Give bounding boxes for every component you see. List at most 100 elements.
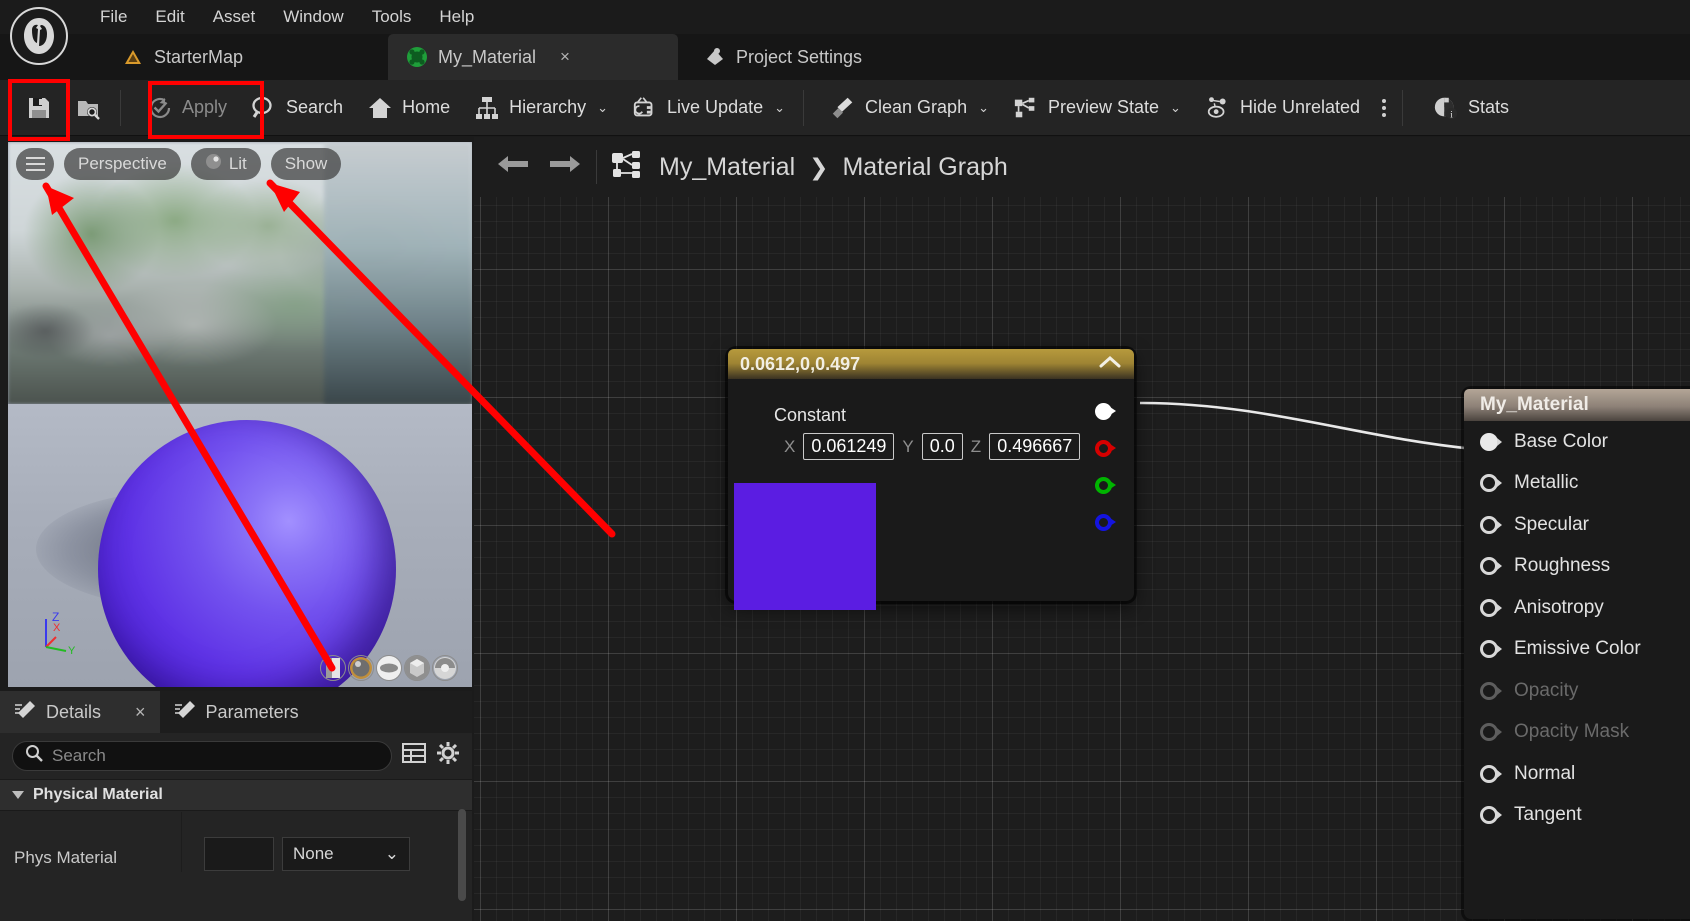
details-section-physical-material[interactable]: Physical Material bbox=[0, 779, 472, 811]
apply-check-icon bbox=[147, 95, 173, 121]
g-output-pin[interactable] bbox=[1095, 477, 1116, 494]
preview-state-icon bbox=[1013, 95, 1039, 121]
material-input-tangent[interactable]: Tangent bbox=[1464, 795, 1690, 837]
material-input-normal[interactable]: Normal bbox=[1464, 753, 1690, 795]
material-node-title[interactable]: My_Material bbox=[1464, 389, 1690, 421]
save-button[interactable] bbox=[14, 85, 64, 131]
close-icon[interactable]: × bbox=[560, 47, 570, 67]
cylinder-shape-button[interactable] bbox=[320, 655, 346, 681]
search-magnifier-icon bbox=[25, 744, 43, 767]
viewport-lighting-mode-button[interactable]: Lit bbox=[190, 148, 261, 180]
phys-material-dropdown[interactable]: None ⌄ bbox=[282, 837, 410, 871]
sphere-shape-button[interactable] bbox=[348, 655, 374, 681]
tab-details[interactable]: Details × bbox=[0, 691, 160, 733]
breadcrumb-material-name[interactable]: My_Material bbox=[659, 153, 795, 182]
details-search-input[interactable]: Search bbox=[12, 740, 392, 771]
b-output-pin[interactable] bbox=[1095, 514, 1116, 531]
viewport-camera-mode-button[interactable]: Perspective bbox=[64, 148, 181, 180]
plane-shape-button[interactable] bbox=[376, 655, 402, 681]
hierarchy-button-label: Hierarchy bbox=[509, 97, 587, 117]
menu-asset[interactable]: Asset bbox=[199, 3, 270, 31]
toolbar-separator-3 bbox=[1402, 89, 1404, 126]
tab-startermap-label: StarterMap bbox=[154, 46, 244, 67]
home-icon bbox=[367, 95, 393, 121]
material-graph-panel[interactable]: My_Material ❯ Material Graph 0.0612,0,0.… bbox=[474, 137, 1690, 921]
menu-tools[interactable]: Tools bbox=[358, 3, 426, 31]
column-view-icon[interactable] bbox=[402, 742, 426, 769]
parameters-pencil-icon bbox=[174, 700, 196, 725]
constant-node-header[interactable]: 0.0612,0,0.497 bbox=[728, 349, 1134, 379]
material-input-label: Tangent bbox=[1514, 804, 1582, 826]
menu-window[interactable]: Window bbox=[269, 3, 357, 31]
breadcrumb-material-graph[interactable]: Material Graph bbox=[842, 153, 1007, 182]
material-input-label: Base Color bbox=[1514, 430, 1608, 452]
hierarchy-button[interactable]: Hierarchy ⌄ bbox=[462, 85, 620, 131]
viewport-lighting-mode-label: Lit bbox=[228, 154, 247, 173]
details-row-label: Phys Material bbox=[0, 812, 182, 872]
material-input-roughness[interactable]: Roughness bbox=[1464, 546, 1690, 588]
rgb-output-pin[interactable] bbox=[1095, 403, 1116, 420]
x-value-input[interactable]: 0.061249 bbox=[803, 433, 895, 460]
tab-project-settings[interactable]: Project Settings bbox=[686, 34, 880, 80]
back-arrow-icon[interactable] bbox=[496, 152, 532, 182]
constant-xyz-row: X 0.061249 Y 0.0 Z 0.496667 bbox=[784, 433, 1081, 460]
preview-state-button[interactable]: Preview State ⌄ bbox=[1001, 85, 1193, 131]
tab-parameters[interactable]: Parameters bbox=[160, 691, 313, 733]
r-output-pin[interactable] bbox=[1095, 440, 1116, 457]
specular-pin-icon bbox=[1480, 515, 1502, 534]
material-input-base-color[interactable]: Base Color bbox=[1464, 421, 1690, 463]
details-panel: Details × Parameters Search Physical Mat… bbox=[0, 691, 472, 921]
kebab-menu-icon[interactable] bbox=[1372, 98, 1396, 117]
menu-file[interactable]: File bbox=[86, 3, 141, 31]
menu-edit[interactable]: Edit bbox=[141, 3, 198, 31]
viewport-camera-mode-label: Perspective bbox=[78, 154, 167, 173]
material-sphere-icon bbox=[406, 46, 428, 68]
y-value-input[interactable]: 0.0 bbox=[921, 433, 963, 460]
constant-color-preview[interactable] bbox=[734, 483, 876, 610]
material-input-opacity[interactable]: Opacity bbox=[1464, 670, 1690, 712]
tab-my-material[interactable]: My_Material × bbox=[388, 34, 678, 80]
live-update-button[interactable]: Live Update ⌄ bbox=[620, 85, 797, 131]
stats-button[interactable]: i Stats bbox=[1421, 85, 1521, 131]
magnifier-icon bbox=[251, 95, 277, 121]
material-editor-toolbar: Apply Search Home Hierarchy ⌄ Live Updat… bbox=[0, 80, 1690, 136]
home-button[interactable]: Home bbox=[355, 85, 462, 131]
tab-details-label: Details bbox=[46, 701, 102, 722]
find-in-content-browser-button[interactable] bbox=[64, 85, 114, 131]
phys-material-thumbnail[interactable] bbox=[204, 837, 274, 871]
z-value-input[interactable]: 0.496667 bbox=[989, 433, 1081, 460]
close-icon[interactable]: × bbox=[135, 702, 146, 723]
material-input-metallic[interactable]: Metallic bbox=[1464, 463, 1690, 505]
tab-startermap[interactable]: StarterMap bbox=[104, 34, 261, 80]
details-scrollbar[interactable] bbox=[458, 809, 466, 901]
hide-unrelated-button-label: Hide Unrelated bbox=[1239, 97, 1361, 117]
material-input-anisotropy[interactable]: Anisotropy bbox=[1464, 587, 1690, 629]
clean-graph-button[interactable]: Clean Graph ⌄ bbox=[818, 85, 1001, 131]
forward-arrow-icon[interactable] bbox=[546, 152, 582, 182]
details-search-placeholder: Search bbox=[52, 745, 106, 765]
apply-button[interactable]: Apply bbox=[135, 85, 239, 131]
save-floppy-icon bbox=[26, 95, 52, 121]
details-panel-tabbar: Details × Parameters bbox=[0, 691, 472, 733]
tab-project-settings-label: Project Settings bbox=[736, 46, 863, 67]
material-output-node[interactable]: My_Material Base Color Metallic Specular… bbox=[1464, 389, 1690, 919]
chevron-up-icon[interactable] bbox=[1098, 354, 1122, 375]
custom-mesh-shape-button[interactable] bbox=[432, 655, 458, 681]
material-input-specular[interactable]: Specular bbox=[1464, 504, 1690, 546]
material-preview-viewport[interactable]: Perspective Lit Show Z X Y bbox=[8, 142, 472, 687]
settings-gear-icon[interactable] bbox=[436, 741, 460, 770]
unreal-engine-logo[interactable] bbox=[10, 7, 68, 65]
viewport-show-menu-button[interactable]: Show bbox=[270, 148, 342, 180]
menu-bar: File Edit Asset Window Tools Help bbox=[0, 0, 1690, 34]
hierarchy-icon bbox=[474, 95, 500, 121]
constant3vector-node[interactable]: 0.0612,0,0.497 Constant X 0.061249 Y 0.0… bbox=[728, 349, 1134, 610]
search-button[interactable]: Search bbox=[239, 85, 355, 131]
menu-help[interactable]: Help bbox=[425, 3, 488, 31]
cube-shape-button[interactable] bbox=[404, 655, 430, 681]
material-input-opacity-mask[interactable]: Opacity Mask bbox=[1464, 712, 1690, 754]
viewport-menu-icon[interactable] bbox=[16, 148, 54, 180]
constant-node-title: 0.0612,0,0.497 bbox=[740, 353, 861, 374]
hide-unrelated-button[interactable]: Hide Unrelated bbox=[1193, 85, 1372, 131]
material-input-emissive-color[interactable]: Emissive Color bbox=[1464, 629, 1690, 671]
details-row-phys-material: Phys Material None ⌄ bbox=[0, 812, 472, 872]
